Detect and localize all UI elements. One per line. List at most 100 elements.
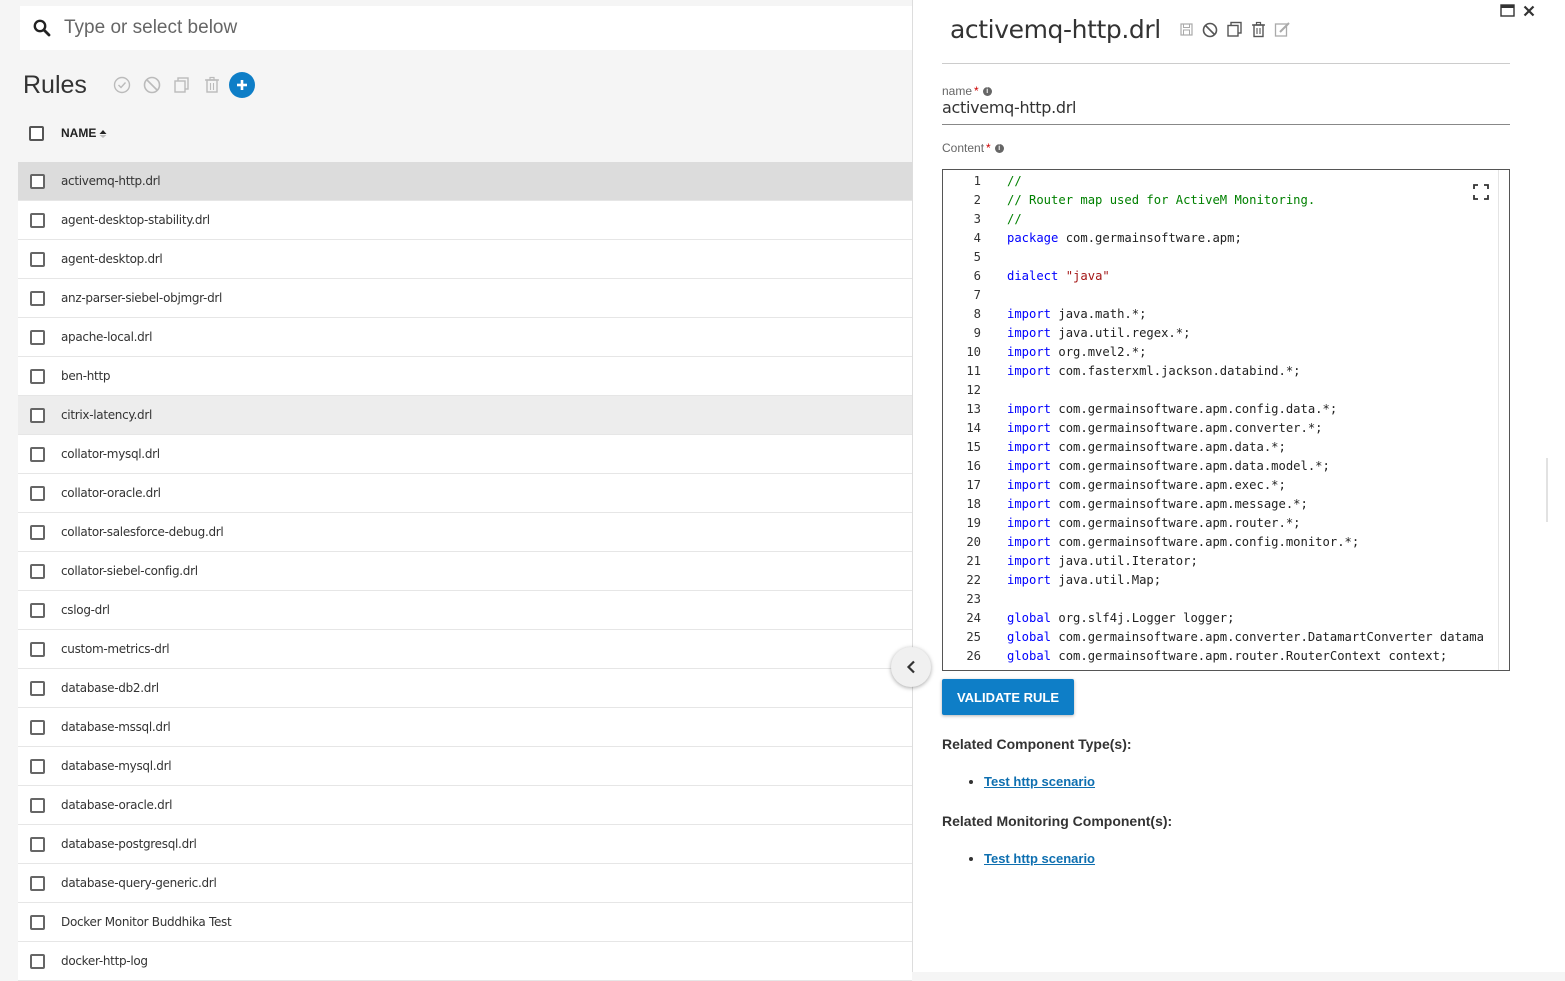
- rule-name[interactable]: collator-siebel-config.drl: [61, 564, 198, 578]
- code-line: 13 import com.germainsoftware.apm.config.…: [943, 399, 1509, 418]
- ban-icon[interactable]: [1201, 20, 1220, 40]
- table-row[interactable]: ben-http: [18, 357, 912, 396]
- page-scrollbar[interactable]: [1546, 458, 1548, 522]
- rule-name[interactable]: docker-http-log: [61, 954, 148, 968]
- rule-name[interactable]: agent-desktop.drl: [61, 252, 163, 266]
- table-row[interactable]: database-oracle.drl: [18, 786, 912, 825]
- info-icon[interactable]: i: [982, 86, 992, 96]
- list-item: Test http scenario: [984, 774, 1095, 789]
- rule-name[interactable]: database-query-generic.drl: [61, 876, 217, 890]
- rule-name[interactable]: database-mysql.drl: [61, 759, 172, 773]
- table-row[interactable]: database-query-generic.drl: [18, 864, 912, 903]
- validate-rule-button[interactable]: VALIDATE RULE: [942, 679, 1074, 715]
- code-line: 4 package com.germainsoftware.apm;: [943, 228, 1509, 247]
- row-checkbox[interactable]: [30, 602, 45, 618]
- ban-icon[interactable]: [137, 70, 167, 100]
- code-text: import com.germainsoftware.apm.router.*;: [1007, 516, 1301, 530]
- row-checkbox[interactable]: [30, 212, 45, 228]
- rule-name[interactable]: citrix-latency.drl: [61, 408, 152, 422]
- table-row[interactable]: anz-parser-siebel-objmgr-drl: [18, 279, 912, 318]
- rule-name[interactable]: database-db2.drl: [61, 681, 159, 695]
- rule-name[interactable]: collator-oracle.drl: [61, 486, 161, 500]
- table-row[interactable]: collator-siebel-config.drl: [18, 552, 912, 591]
- row-checkbox[interactable]: [30, 641, 45, 657]
- copy-icon[interactable]: [167, 70, 197, 100]
- table-row[interactable]: agent-desktop-stability.drl: [18, 201, 912, 240]
- row-checkbox[interactable]: [30, 329, 45, 345]
- table-row[interactable]: citrix-latency.drl: [18, 396, 912, 435]
- add-rule-button[interactable]: [228, 72, 255, 98]
- copy-icon[interactable]: [1225, 20, 1244, 40]
- rules-list: activemq-http.drl agent-desktop-stability…: [18, 162, 912, 981]
- table-row[interactable]: apache-local.drl: [18, 318, 912, 357]
- table-row[interactable]: database-db2.drl: [18, 669, 912, 708]
- editor-scrollbar[interactable]: [1498, 170, 1499, 670]
- rule-name[interactable]: agent-desktop-stability.drl: [61, 213, 210, 227]
- save-icon[interactable]: [1177, 20, 1196, 40]
- row-checkbox[interactable]: [30, 563, 45, 579]
- table-row[interactable]: collator-mysql.drl: [18, 435, 912, 474]
- row-checkbox[interactable]: [30, 446, 45, 462]
- table-row[interactable]: cslog-drl: [18, 591, 912, 630]
- maximize-icon[interactable]: [1500, 4, 1515, 22]
- table-row[interactable]: custom-metrics-drl: [18, 630, 912, 669]
- search-input[interactable]: [64, 17, 884, 39]
- rule-name[interactable]: database-postgresql.drl: [61, 837, 197, 851]
- check-circle-icon[interactable]: [107, 70, 137, 100]
- select-all-checkbox[interactable]: [29, 125, 44, 141]
- rule-name[interactable]: custom-metrics-drl: [61, 642, 170, 656]
- fullscreen-icon[interactable]: [1473, 184, 1489, 205]
- code-comment: // Router map used for ActiveM Monitorin…: [1007, 192, 1316, 207]
- collapse-panel-button[interactable]: [891, 647, 931, 687]
- rule-name[interactable]: database-oracle.drl: [61, 798, 172, 812]
- code-editor[interactable]: 1 // 2 // Router map used for ActiveM Monit…: [942, 169, 1510, 671]
- code-plain: com.germainsoftware.apm.data.*;: [1051, 439, 1286, 454]
- rule-name[interactable]: activemq-http.drl: [61, 174, 161, 188]
- trash-icon[interactable]: [1249, 20, 1268, 40]
- row-checkbox[interactable]: [30, 524, 45, 540]
- search-bar[interactable]: [20, 6, 920, 50]
- row-checkbox[interactable]: [30, 290, 45, 306]
- rule-name[interactable]: cslog-drl: [61, 603, 110, 617]
- row-checkbox[interactable]: [30, 719, 45, 735]
- code-line: 23: [943, 589, 1509, 608]
- row-checkbox[interactable]: [30, 914, 45, 930]
- rule-name[interactable]: collator-mysql.drl: [61, 447, 160, 461]
- name-field[interactable]: activemq-http.drl: [942, 98, 1510, 125]
- row-checkbox[interactable]: [30, 407, 45, 423]
- row-checkbox[interactable]: [30, 953, 45, 969]
- edit-icon[interactable]: [1273, 20, 1292, 40]
- name-column-header[interactable]: NAME: [61, 126, 107, 140]
- table-row[interactable]: agent-desktop.drl: [18, 240, 912, 279]
- table-row[interactable]: collator-oracle.drl: [18, 474, 912, 513]
- rule-name[interactable]: anz-parser-siebel-objmgr-drl: [61, 291, 222, 305]
- rule-name[interactable]: collator-salesforce-debug.drl: [61, 525, 224, 539]
- trash-icon[interactable]: [197, 70, 227, 100]
- rule-name[interactable]: apache-local.drl: [61, 330, 152, 344]
- required-mark: *: [974, 84, 979, 98]
- rule-name[interactable]: database-mssql.drl: [61, 720, 171, 734]
- close-icon[interactable]: [1523, 4, 1535, 22]
- table-row[interactable]: database-mysql.drl: [18, 747, 912, 786]
- row-checkbox[interactable]: [30, 251, 45, 267]
- row-checkbox[interactable]: [30, 875, 45, 891]
- table-row[interactable]: Docker Monitor Buddhika Test: [18, 903, 912, 942]
- row-checkbox[interactable]: [30, 758, 45, 774]
- row-checkbox[interactable]: [30, 836, 45, 852]
- row-checkbox[interactable]: [30, 680, 45, 696]
- code-keyword: import: [1007, 325, 1052, 340]
- table-row[interactable]: database-mssql.drl: [18, 708, 912, 747]
- table-row[interactable]: activemq-http.drl: [18, 162, 912, 201]
- related-component-type-link[interactable]: Test http scenario: [984, 774, 1095, 789]
- table-row[interactable]: docker-http-log: [18, 942, 912, 981]
- row-checkbox[interactable]: [30, 173, 45, 189]
- info-icon[interactable]: i: [994, 143, 1004, 153]
- rule-name[interactable]: ben-http: [61, 369, 110, 383]
- row-checkbox[interactable]: [30, 485, 45, 501]
- row-checkbox[interactable]: [30, 368, 45, 384]
- table-row[interactable]: database-postgresql.drl: [18, 825, 912, 864]
- related-monitoring-component-link[interactable]: Test http scenario: [984, 851, 1095, 866]
- rule-name[interactable]: Docker Monitor Buddhika Test: [61, 915, 232, 929]
- table-row[interactable]: collator-salesforce-debug.drl: [18, 513, 912, 552]
- row-checkbox[interactable]: [30, 797, 45, 813]
